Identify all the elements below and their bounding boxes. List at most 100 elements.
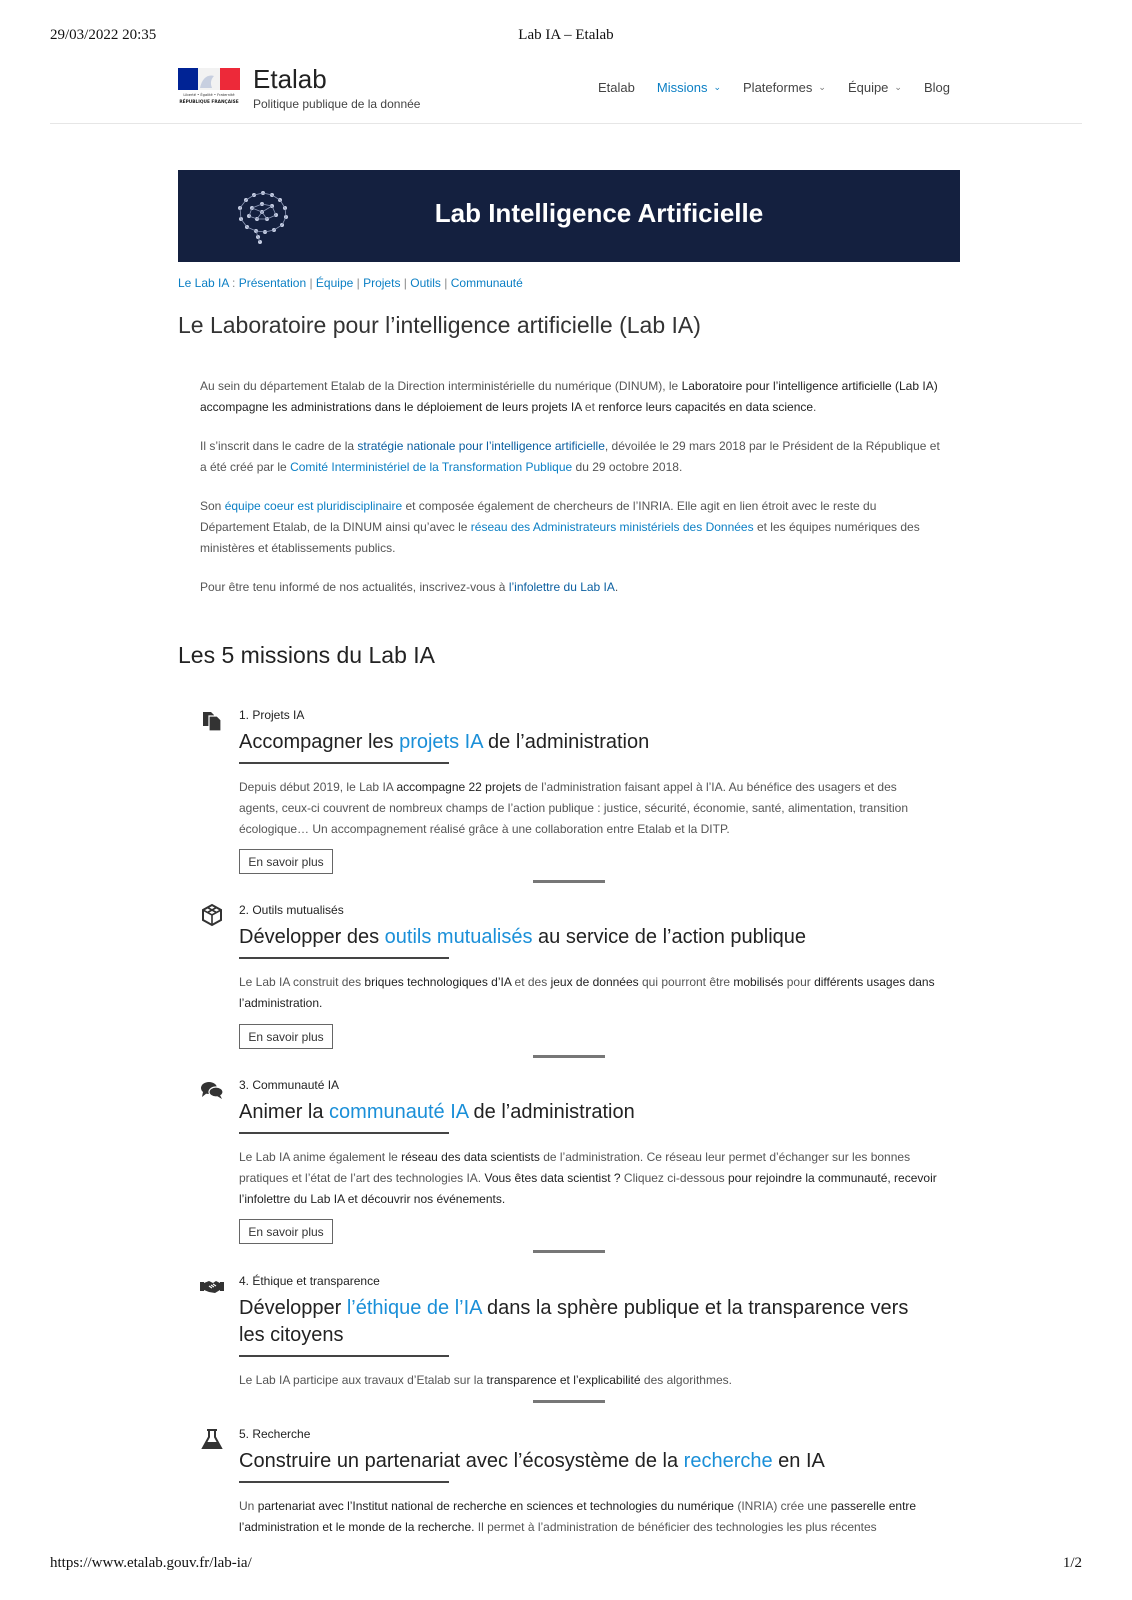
title-underline <box>239 1355 449 1357</box>
intro-text: Au sein du département Etalab de la Dire… <box>200 379 682 393</box>
title-underline <box>239 1132 449 1134</box>
mission-title-text: Développer <box>239 1297 347 1319</box>
description-text: pour <box>783 975 815 989</box>
mission-title: Développer des outils mutualisés au serv… <box>239 924 939 951</box>
en-savoir-plus-button[interactable]: En savoir plus <box>239 1024 333 1049</box>
intro-paragraph-4: Pour être tenu informé de nos actualités… <box>200 577 940 598</box>
mission-title-text: Accompagner les <box>239 731 400 753</box>
description-emphasis: briques technologiques d’IA <box>364 975 512 989</box>
handshake-icon <box>200 1281 224 1293</box>
mission-number-label: 2. Outils mutualisés <box>239 903 344 917</box>
mission-number-label: 1. Projets IA <box>239 708 305 722</box>
mission-title: Accompagner les projets IA de l’administ… <box>239 729 939 756</box>
mission-number-label: 4. Éthique et transparence <box>239 1274 380 1288</box>
mission-title-highlight[interactable]: projets IA <box>399 731 482 753</box>
mission-title: Animer la communauté IA de l’administrat… <box>239 1099 939 1126</box>
breadcrumb-projets[interactable]: Projets <box>363 276 400 290</box>
breadcrumb-equipe[interactable]: Équipe <box>316 276 353 290</box>
description-text: Le Lab IA participe aux travaux d’Etalab… <box>239 1373 487 1387</box>
breadcrumb-outils[interactable]: Outils <box>410 276 441 290</box>
nav-item-blog[interactable]: Blog <box>924 80 950 95</box>
print-title: Lab IA – Etalab <box>518 27 614 43</box>
section-divider <box>533 1250 605 1253</box>
marianne-logo[interactable]: Liberté • Égalité • Fraternité RÉPUBLIQU… <box>178 68 240 106</box>
intro-paragraph-1: Au sein du département Etalab de la Dire… <box>200 376 940 418</box>
intro-text: Son <box>200 499 225 513</box>
intro-text: . <box>813 400 817 414</box>
breadcrumb-root[interactable]: Le Lab IA <box>178 276 229 290</box>
mission-title-text: au service de l’action publique <box>532 926 807 948</box>
mission-description: Un partenariat avec l’Institut national … <box>239 1496 939 1538</box>
intro-text: . <box>614 580 619 594</box>
page-number: 1/2 <box>1062 1555 1082 1571</box>
chevron-down-icon: ⌄ <box>894 82 902 92</box>
mission-title-text: en IA <box>772 1450 825 1472</box>
nav-item-etalab[interactable]: Etalab <box>598 80 635 95</box>
nav-item-label: Missions <box>656 80 708 95</box>
nav-item-plateformes[interactable]: Plateformes ⌄ <box>743 80 826 95</box>
site-name[interactable]: Etalab <box>253 64 327 95</box>
intro-text: et <box>581 400 599 414</box>
cube-icon <box>202 903 222 927</box>
description-emphasis: Vous êtes data scientist ? <box>484 1171 621 1185</box>
main-nav: Etalab Missions ⌄ Plateformes ⌄ Équipe ⌄ Blog <box>598 80 950 95</box>
mission-title: Construire un partenariat avec l’écosyst… <box>239 1448 939 1475</box>
description-emphasis: réseau des data scientists <box>401 1150 540 1164</box>
nav-item-missions[interactable]: Missions ⌄ <box>657 80 721 95</box>
mission-title-highlight[interactable]: l’éthique de l’IA <box>347 1297 482 1319</box>
breadcrumb-separator: | <box>440 276 451 290</box>
mission-title-highlight[interactable]: communauté IA <box>329 1101 468 1123</box>
mission-title-highlight[interactable]: recherche <box>684 1450 773 1472</box>
nav-item-label: Plateformes <box>743 80 813 95</box>
mission-title-text: Développer des <box>239 926 385 948</box>
mission-number-label: 5. Recherche <box>239 1427 311 1441</box>
citp-link[interactable]: Comité Interministériel de la Transforma… <box>290 460 572 474</box>
title-underline <box>239 1481 449 1483</box>
description-text: Cliquez ci-dessous <box>620 1171 728 1185</box>
intro-text: Pour être tenu informé de nos actualités… <box>200 580 509 594</box>
section-divider <box>533 880 605 883</box>
description-text: Le Lab IA anime également le <box>239 1150 402 1164</box>
mission-title-text: Animer la <box>239 1101 330 1123</box>
equipe-link[interactable]: équipe coeur est pluridisciplinaire <box>225 499 402 513</box>
breadcrumb: Le Lab IA : Présentation | Équipe | Proj… <box>178 276 523 290</box>
mission-title: Développer l’éthique de l’IA dans la sph… <box>239 1295 939 1349</box>
reseau-amd-link[interactable]: réseau des Administrateurs ministériels … <box>471 520 754 534</box>
breadcrumb-communaute[interactable]: Communauté <box>451 276 523 290</box>
svg-text:Liberté • Égalité • Fraternité: Liberté • Égalité • Fraternité <box>183 92 235 97</box>
breadcrumb-presentation[interactable]: Présentation <box>239 276 306 290</box>
breadcrumb-separator: | <box>400 276 411 290</box>
title-underline <box>239 957 449 959</box>
intro-paragraph-3: Son équipe coeur est pluridisciplinaire … <box>200 496 940 559</box>
description-text: qui pourront être <box>638 975 734 989</box>
intro-text: du 29 octobre 2018. <box>572 460 683 474</box>
nav-item-label: Blog <box>923 80 950 95</box>
copy-icon <box>203 712 222 732</box>
description-emphasis: accompagne 22 projets <box>396 780 522 794</box>
print-url: https://www.etalab.gouv.fr/lab-ia/ <box>50 1555 252 1571</box>
svg-text:RÉPUBLIQUE FRANÇAISE: RÉPUBLIQUE FRANÇAISE <box>179 97 238 105</box>
flask-icon <box>201 1429 223 1449</box>
mission-title-highlight[interactable]: outils mutualisés <box>385 926 533 948</box>
mission-description: Depuis début 2019, le Lab IA accompagne … <box>239 777 939 840</box>
infolettre-link[interactable]: l’infolettre du Lab IA <box>509 580 615 594</box>
description-text: Depuis début 2019, le Lab IA <box>239 780 397 794</box>
description-text: et des <box>511 975 551 989</box>
hero-banner: Lab Intelligence Artificielle <box>178 170 960 262</box>
nav-item-equipe[interactable]: Équipe ⌄ <box>848 80 902 95</box>
intro-paragraph-2: Il s’inscrit dans le cadre de la stratég… <box>200 436 940 478</box>
section-divider <box>533 1055 605 1058</box>
en-savoir-plus-button[interactable]: En savoir plus <box>239 1219 333 1244</box>
page-title: Le Laboratoire pour l’intelligence artif… <box>178 312 701 338</box>
title-underline <box>239 762 449 764</box>
description-emphasis: mobilisés <box>733 975 784 989</box>
description-emphasis: jeux de données <box>550 975 639 989</box>
description-text: (INRIA) crée une <box>733 1499 831 1513</box>
description-emphasis: partenariat avec l’Institut national de … <box>257 1499 734 1513</box>
section-divider <box>533 1400 605 1403</box>
strategie-nationale-link[interactable]: stratégie nationale pour l’intelligence … <box>357 439 604 453</box>
breadcrumb-colon: : <box>228 276 239 290</box>
en-savoir-plus-button[interactable]: En savoir plus <box>239 849 333 874</box>
description-emphasis: transparence et l’explicabilité <box>486 1373 641 1387</box>
description-text: Le Lab IA construit des <box>239 975 365 989</box>
